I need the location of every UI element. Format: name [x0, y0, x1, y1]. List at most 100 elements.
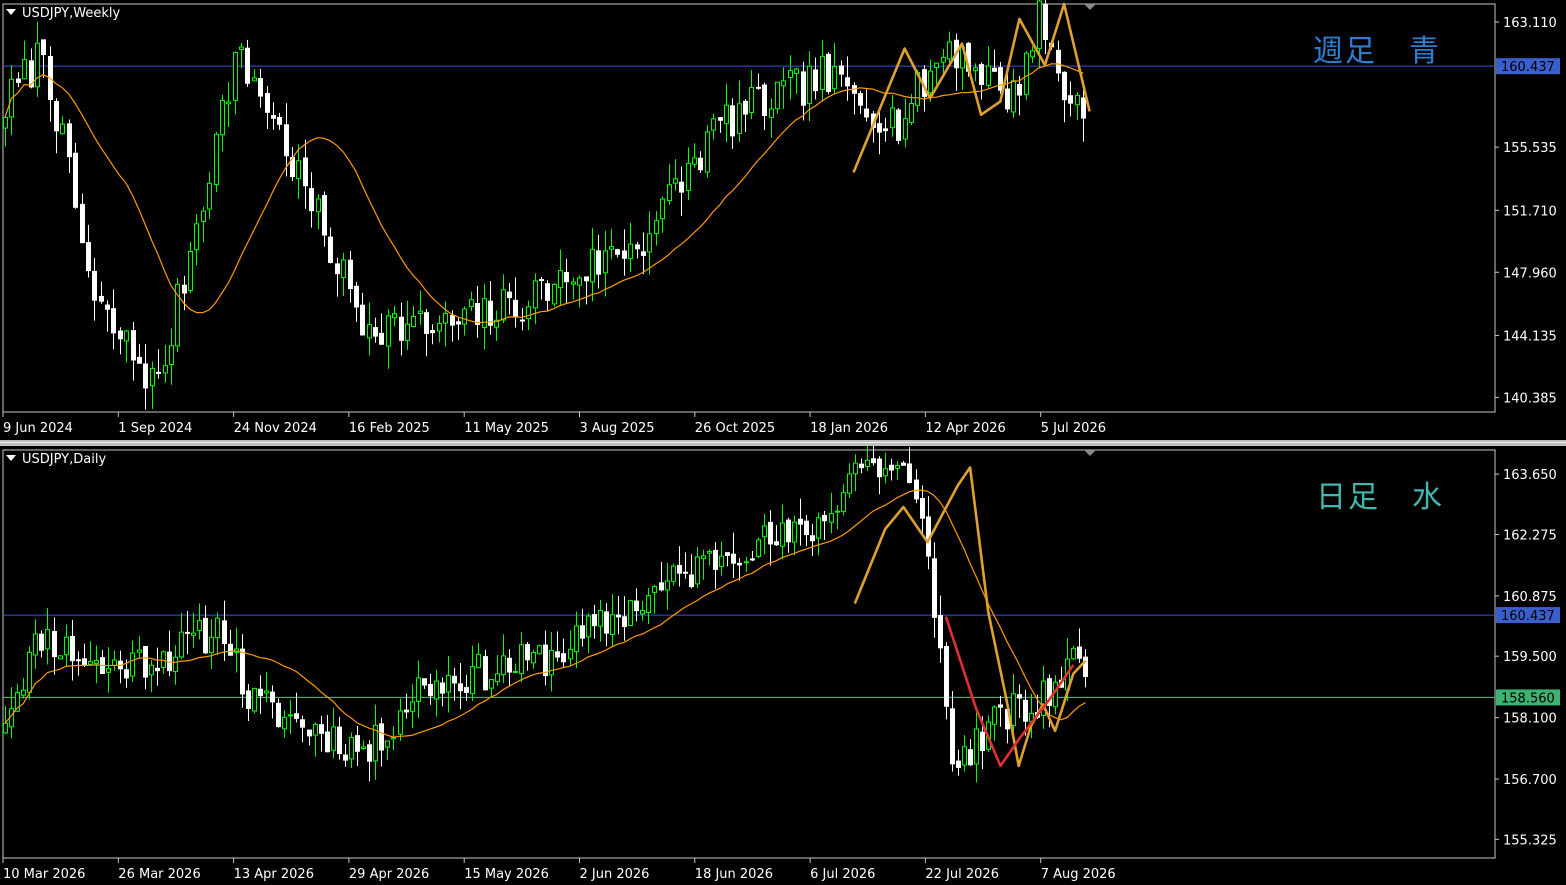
candle-body	[950, 708, 955, 765]
chart-shift-marker-icon[interactable]	[1084, 4, 1096, 10]
candle-body	[584, 276, 589, 282]
dropdown-triangle-icon[interactable]	[6, 9, 16, 15]
candle-body	[214, 133, 219, 186]
candle-body	[437, 323, 442, 332]
candle-body	[513, 299, 518, 318]
candle-body	[277, 116, 282, 125]
candle-body	[859, 463, 864, 469]
candle-body	[349, 736, 354, 760]
candle-body	[775, 81, 780, 110]
candle-body	[1056, 49, 1061, 74]
candle-body	[864, 108, 869, 118]
candle-body	[64, 636, 69, 656]
candle-body	[998, 704, 1003, 708]
weekly-note: 週足 青	[1313, 34, 1441, 69]
candle-body	[968, 749, 973, 766]
daily-symbol-label[interactable]: USDJPY,Daily	[6, 452, 106, 468]
candle-body	[847, 473, 852, 494]
candle-body	[659, 582, 664, 591]
candle-body	[543, 644, 548, 677]
candle-body	[533, 280, 538, 309]
candle-body	[276, 702, 281, 728]
candle-body	[322, 195, 327, 236]
daily-red-line[interactable]	[944, 616, 1075, 768]
candle-body	[203, 617, 208, 654]
candle-body	[889, 464, 894, 471]
candle-body	[920, 497, 925, 519]
candle-body	[404, 709, 409, 713]
candle-body	[469, 299, 474, 307]
daily-svg-plot-frame	[2, 449, 1496, 859]
candle-body	[228, 643, 233, 656]
candle-body	[328, 236, 333, 263]
candle-body	[411, 315, 416, 328]
candle-body	[220, 99, 225, 136]
candle-body	[871, 458, 876, 464]
chart-shift-marker-icon[interactable]	[1084, 450, 1096, 456]
candle-body	[475, 303, 480, 325]
candle-body	[252, 77, 257, 82]
candle-body	[270, 691, 275, 703]
candle-body	[974, 728, 979, 765]
daily-chart-panel[interactable]: 163.650 162.275 160.875 159.500 158.100 156.7…	[0, 446, 1566, 885]
candle-body	[33, 633, 38, 656]
candle-body	[692, 157, 697, 165]
candle-body	[418, 310, 423, 315]
candle-body	[744, 561, 749, 564]
candle-body	[804, 520, 809, 536]
candle-body	[410, 701, 415, 712]
candle-body	[1030, 50, 1035, 58]
candle-body	[163, 365, 168, 374]
candle-body	[434, 680, 439, 700]
candle-body	[683, 571, 688, 574]
candle-body	[22, 58, 27, 80]
candle-body	[667, 184, 672, 202]
candle-body	[143, 363, 148, 389]
candle-body	[58, 655, 63, 660]
candle-body	[41, 39, 46, 55]
candle-body	[695, 556, 700, 585]
candle-body	[1023, 699, 1028, 722]
candle-body	[883, 468, 888, 477]
time-axis-label: 7 Aug 2026	[1041, 867, 1116, 882]
candle-body	[373, 327, 378, 337]
candle-body	[169, 345, 174, 366]
candle-body	[832, 65, 837, 90]
candle-body	[507, 657, 512, 673]
candle-body	[209, 636, 214, 654]
candle-body	[294, 713, 299, 719]
dropdown-triangle-icon[interactable]	[6, 455, 16, 461]
candle-body	[99, 295, 104, 302]
candle-body	[571, 281, 576, 285]
daily-zigzag-line[interactable]	[853, 466, 1087, 768]
candle-body	[705, 131, 710, 173]
candle-body	[586, 615, 591, 638]
weekly-chart-panel[interactable]: 163.110 155.535 151.710 147.960 144.135 140.3…	[0, 0, 1566, 440]
candle-body	[756, 86, 761, 89]
price-axis-label: 140.385	[1503, 391, 1557, 406]
candle-body	[252, 687, 257, 712]
weekly-symbol-label[interactable]: USDJPY,Weekly	[6, 6, 120, 22]
candle-body	[781, 80, 786, 87]
candle-body	[316, 198, 321, 213]
candle-body	[820, 55, 825, 90]
weekly-zigzag-line[interactable]	[852, 2, 1091, 173]
candle-body	[385, 740, 390, 748]
candle-body	[462, 308, 467, 325]
candle-body	[798, 518, 803, 525]
candle-body	[443, 312, 448, 324]
candle-body	[947, 41, 952, 60]
candle-body	[1037, 0, 1042, 49]
candle-body	[1083, 656, 1088, 678]
time-axis-label: 29 Apr 2026	[349, 867, 429, 882]
candle-body	[654, 220, 659, 235]
candle-body	[513, 671, 518, 674]
price-axis-label: 155.535	[1503, 141, 1557, 156]
candle-body	[769, 108, 774, 118]
candle-body	[131, 330, 136, 361]
daily-symbol-text: USDJPY,Daily	[22, 452, 107, 467]
candle-body	[1081, 97, 1086, 119]
candle-body	[671, 565, 676, 582]
candle-body	[962, 746, 967, 766]
weekly-svg-plot-frame	[2, 3, 1496, 413]
